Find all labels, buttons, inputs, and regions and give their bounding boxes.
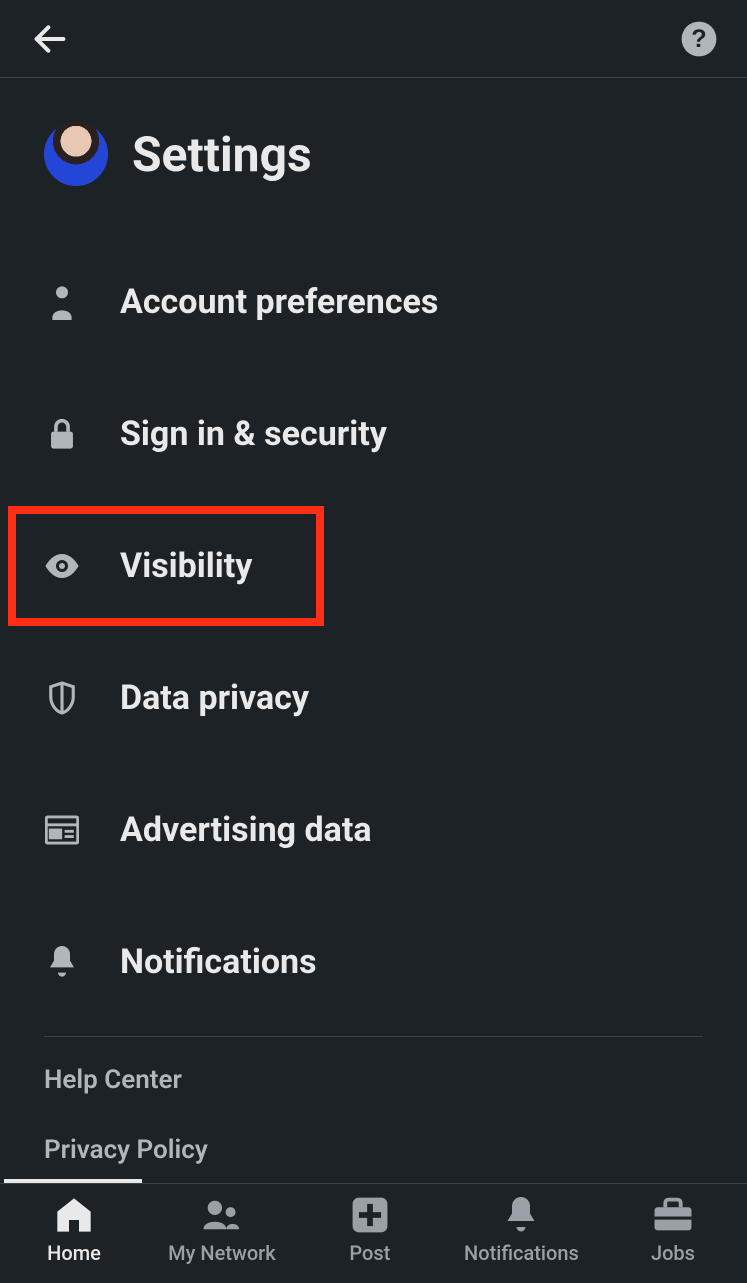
nav-item-jobs[interactable]: Jobs bbox=[633, 1195, 713, 1265]
menu-item-advertising-data[interactable]: Advertising data bbox=[44, 764, 703, 896]
avatar[interactable] bbox=[44, 122, 108, 186]
footer-link-help-center[interactable]: Help Center bbox=[44, 1065, 703, 1095]
footer-links: Help Center Privacy Policy bbox=[0, 1037, 747, 1165]
menu-item-label: Notifications bbox=[120, 942, 317, 982]
menu-item-label: Advertising data bbox=[120, 810, 372, 850]
menu-item-account-preferences[interactable]: Account preferences bbox=[44, 236, 703, 368]
eye-icon bbox=[44, 548, 80, 584]
post-icon bbox=[350, 1195, 390, 1235]
nav-item-home[interactable]: Home bbox=[34, 1195, 114, 1265]
footer-link-privacy-policy[interactable]: Privacy Policy bbox=[44, 1135, 703, 1165]
back-button[interactable] bbox=[28, 17, 72, 61]
bottom-nav: Home My Network Post Notifications Jobs bbox=[0, 1183, 747, 1283]
nav-label: Jobs bbox=[651, 1241, 695, 1265]
menu-item-notifications[interactable]: Notifications bbox=[44, 896, 703, 1028]
nav-item-post[interactable]: Post bbox=[330, 1195, 410, 1265]
bell-icon bbox=[44, 944, 80, 980]
help-icon: ? bbox=[680, 20, 718, 58]
settings-menu: Account preferences Sign in & security V… bbox=[0, 196, 747, 1028]
help-button[interactable]: ? bbox=[679, 19, 719, 59]
title-row: Settings bbox=[0, 78, 747, 196]
home-icon bbox=[54, 1195, 94, 1235]
nav-item-notifications[interactable]: Notifications bbox=[464, 1195, 579, 1265]
menu-item-visibility[interactable]: Visibility bbox=[44, 500, 703, 632]
nav-label: Post bbox=[349, 1241, 390, 1265]
arrow-left-icon bbox=[30, 19, 70, 59]
briefcase-icon bbox=[653, 1195, 693, 1235]
menu-item-sign-in-security[interactable]: Sign in & security bbox=[44, 368, 703, 500]
nav-label: Notifications bbox=[464, 1241, 579, 1265]
shield-icon bbox=[44, 680, 80, 716]
person-icon bbox=[44, 284, 80, 320]
people-icon bbox=[202, 1195, 242, 1235]
bell-icon bbox=[501, 1195, 541, 1235]
svg-text:?: ? bbox=[691, 24, 706, 52]
newspaper-icon bbox=[44, 812, 80, 848]
nav-label: My Network bbox=[168, 1241, 276, 1265]
menu-item-label: Visibility bbox=[120, 546, 252, 586]
lock-icon bbox=[44, 416, 80, 452]
page-title: Settings bbox=[132, 126, 312, 183]
menu-item-label: Data privacy bbox=[120, 678, 309, 718]
nav-item-my-network[interactable]: My Network bbox=[168, 1195, 276, 1265]
top-bar: ? bbox=[0, 0, 747, 78]
menu-item-label: Sign in & security bbox=[120, 414, 387, 454]
nav-label: Home bbox=[47, 1241, 101, 1265]
menu-item-label: Account preferences bbox=[120, 282, 438, 322]
menu-item-data-privacy[interactable]: Data privacy bbox=[44, 632, 703, 764]
